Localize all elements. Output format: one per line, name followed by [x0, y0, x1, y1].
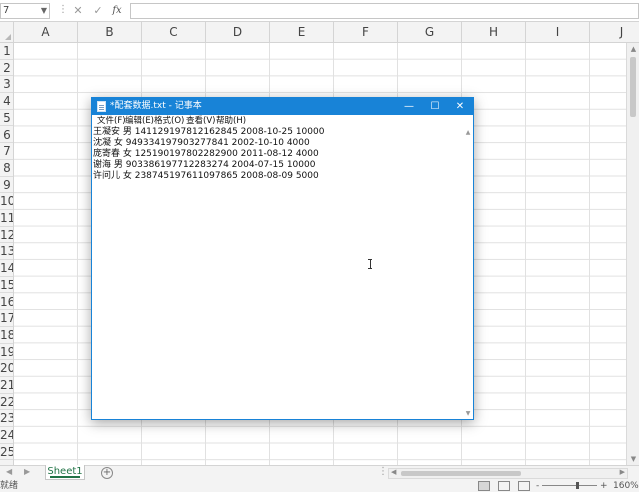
text-line: 庞寄春 女 125190197802282900 2011-08-12 4000	[93, 149, 319, 159]
row-header[interactable]: 22	[0, 394, 13, 411]
zoom-in-button[interactable]: +	[600, 480, 608, 492]
row-header[interactable]: 13	[0, 243, 13, 261]
zoom-slider-knob[interactable]	[576, 482, 579, 489]
scrollbar-thumb[interactable]	[630, 57, 636, 117]
zoom-slider[interactable]	[542, 482, 597, 489]
row-header[interactable]: 10	[0, 193, 13, 210]
column-header[interactable]: C	[142, 22, 206, 43]
column-header[interactable]: A	[14, 22, 78, 43]
notepad-title: *配套数据.txt - 记事本	[110, 101, 202, 111]
column-header[interactable]: G	[398, 22, 462, 43]
sheet-tab-bar: ◀ ▶ Sheet1 + ⋮ ◀ ▶	[0, 465, 639, 480]
formula-input[interactable]	[130, 3, 639, 19]
sheet-tab-sheet1[interactable]: Sheet1	[45, 465, 85, 480]
scroll-up-icon[interactable]: ▲	[627, 45, 639, 53]
name-box-value: 7	[3, 5, 10, 16]
zoom-out-button[interactable]: -	[536, 480, 539, 492]
row-header[interactable]: 7	[0, 143, 13, 160]
scrollbar-thumb[interactable]	[401, 471, 521, 476]
row-header[interactable]: 5	[0, 110, 13, 127]
scroll-left-icon[interactable]: ◀	[391, 468, 396, 476]
row-header[interactable]: 17	[0, 310, 13, 327]
text-line: 王凝安 男 141129197812162845 2008-10-25 1000…	[93, 127, 325, 137]
tab-split-handle[interactable]: ⋮	[378, 466, 388, 477]
page-break-view-icon[interactable]	[518, 481, 530, 491]
column-header[interactable]: I	[526, 22, 590, 43]
row-header[interactable]: 12	[0, 227, 13, 244]
row-header[interactable]: 6	[0, 127, 13, 144]
menu-view[interactable]: 查看(V)	[186, 115, 215, 127]
status-bar: 就绪 - + 160%	[0, 480, 639, 492]
horizontal-scrollbar[interactable]: ◀ ▶	[388, 468, 628, 479]
menu-format[interactable]: 格式(O)	[154, 115, 184, 127]
zoom-level[interactable]: 160%	[613, 480, 639, 492]
text-line: 沈凝 女 949334197903277841 2002-10-10 4000	[93, 138, 310, 148]
notepad-vertical-scrollbar[interactable]: ▲ ▼	[463, 127, 473, 419]
confirm-icon[interactable]: ✓	[90, 3, 106, 19]
formula-bar-grip-icon: ⋮	[58, 4, 68, 15]
menu-file[interactable]: 文件(F)	[97, 115, 126, 127]
row-header[interactable]: 4	[0, 93, 13, 110]
maximize-icon[interactable]: ☐	[422, 98, 448, 115]
row-header[interactable]: 2	[0, 60, 13, 77]
row-header[interactable]: 8	[0, 160, 13, 177]
text-line: 许问儿 女 238745197611097865 2008-08-09 5000	[93, 171, 319, 181]
scroll-down-icon[interactable]: ▼	[627, 455, 639, 463]
vertical-scrollbar[interactable]: ▲ ▼	[626, 43, 639, 465]
row-header[interactable]: 3	[0, 76, 13, 94]
row-header[interactable]: 1	[0, 43, 13, 60]
row-header[interactable]: 19	[0, 344, 13, 361]
menu-edit[interactable]: 编辑(E)	[125, 115, 154, 127]
name-box[interactable]: 7 ▼	[0, 3, 50, 19]
formula-bar: 7 ▼ ⋮ ✕ ✓ fx	[0, 0, 639, 22]
row-header[interactable]: 11	[0, 210, 13, 227]
scroll-down-icon[interactable]: ▼	[463, 410, 473, 417]
normal-view-icon[interactable]	[478, 481, 490, 491]
row-header[interactable]: 15	[0, 277, 13, 294]
row-header[interactable]: 16	[0, 294, 13, 311]
row-header[interactable]: 18	[0, 327, 13, 344]
page-layout-view-icon[interactable]	[498, 481, 510, 491]
column-header[interactable]: H	[462, 22, 526, 43]
notepad-window: *配套数据.txt - 记事本 — ☐ ✕ 文件(F) 编辑(E) 格式(O) …	[91, 97, 474, 420]
notepad-text-area[interactable]: 王凝安 男 141129197812162845 2008-10-25 1000…	[93, 127, 463, 417]
row-header[interactable]: 21	[0, 377, 13, 394]
row-header[interactable]: 25	[0, 444, 13, 461]
next-sheet-icon[interactable]: ▶	[24, 467, 30, 476]
row-headers: 1 2 3 4 5 6 7 8 9 10 11 12 13 14 15 16 17 18 19 20 21 22 23 24 2…	[0, 43, 14, 465]
scroll-right-icon[interactable]: ▶	[620, 468, 625, 476]
row-header[interactable]: 20	[0, 360, 13, 377]
add-sheet-button[interactable]: +	[101, 467, 113, 479]
column-header[interactable]: D	[206, 22, 270, 43]
prev-sheet-icon[interactable]: ◀	[6, 467, 12, 476]
select-all-button[interactable]	[0, 22, 14, 43]
excel-window: 7 ▼ ⋮ ✕ ✓ fx ABCDEFGHIJ 1 2 3 4 5 6 7 8 9 10 11 12 1…	[0, 0, 639, 492]
column-header[interactable]: E	[270, 22, 334, 43]
cancel-icon[interactable]: ✕	[70, 3, 86, 19]
text-line: 谢海 男 903386197712283274 2004-07-15 10000	[93, 160, 316, 170]
column-header[interactable]: J	[590, 22, 639, 43]
row-header[interactable]: 14	[0, 260, 13, 277]
chevron-down-icon[interactable]: ▼	[41, 4, 47, 18]
row-header[interactable]: 9	[0, 177, 13, 194]
text-cursor-icon	[368, 259, 372, 269]
scroll-up-icon[interactable]: ▲	[463, 129, 473, 136]
notepad-menu-bar: 文件(F) 编辑(E) 格式(O) 查看(V) 帮助(H)	[92, 115, 473, 127]
minimize-icon[interactable]: —	[396, 98, 422, 115]
column-header[interactable]: B	[78, 22, 142, 43]
notepad-title-bar[interactable]: *配套数据.txt - 记事本 — ☐ ✕	[92, 98, 473, 115]
insert-function-button[interactable]: fx	[109, 3, 125, 19]
status-ready-text: 就绪	[0, 481, 19, 491]
row-header[interactable]: 23	[0, 410, 13, 428]
column-headers: ABCDEFGHIJ	[14, 22, 639, 43]
notepad-app-icon	[97, 101, 106, 112]
row-header[interactable]: 24	[0, 427, 13, 444]
column-header[interactable]: F	[334, 22, 398, 43]
menu-help[interactable]: 帮助(H)	[216, 115, 246, 127]
close-icon[interactable]: ✕	[447, 98, 473, 115]
